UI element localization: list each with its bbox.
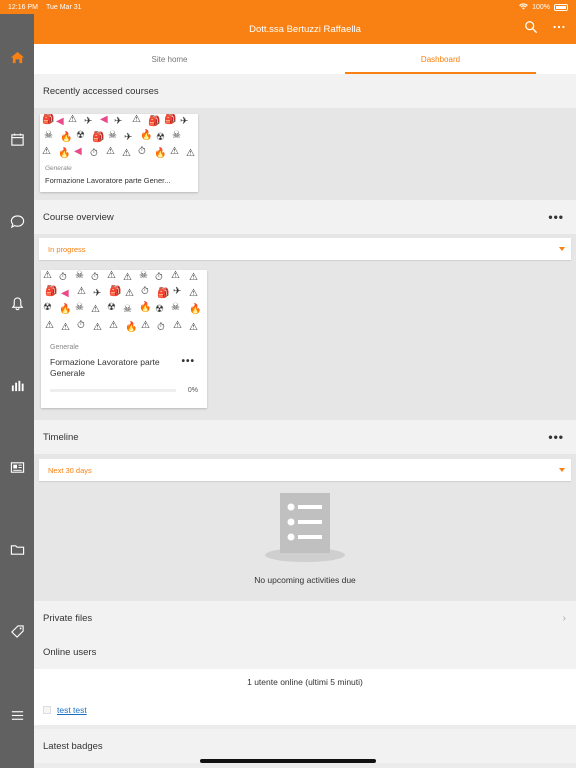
overview-course-card[interactable]: ⚠ ⏱ ☠ ⏱ ⚠ ⚠ ☠ ⏱ ⚠ ⚠ 🎒 ◀ ⚠ ✈ 🎒 ⚠ ⏱ 🎒 ✈ ⚠ ☢ 🔥 ☠ ⚠ ☢ ☠ 🔥 ☢ ☠ 🔥 ⚠ ⚠ ⏱ ⚠ ⚠ 🔥 ⚠… xyxy=(41,270,207,408)
calendar-icon[interactable] xyxy=(0,124,34,154)
battery-percent: 100% xyxy=(532,3,550,11)
course-overview-area: In progress ⚠ ⏱ ☠ ⏱ ⚠ ⚠ ☠ ⏱ ⚠ ⚠ 🎒 ◀ ⚠ ✈ 🎒 ⚠ ⏱ 🎒 ✈ ⚠ ☢ 🔥 ☠ ⚠ ☢ ☠… xyxy=(34,234,576,420)
course-name[interactable]: Formazione Lavoratore parte Generale xyxy=(50,357,180,379)
status-bar: 12:16 PM Tue Mar 31 100% xyxy=(0,0,576,14)
online-users-count: 1 utente online (ultimi 5 minuti) xyxy=(34,669,576,695)
app-header: Dott.ssa Bertuzzi Raffaella xyxy=(34,14,576,44)
online-users-title: Online users xyxy=(43,646,97,658)
online-users-header: Online users xyxy=(34,635,576,669)
search-icon[interactable] xyxy=(524,20,538,39)
course-filter-value: In progress xyxy=(48,244,86,254)
course-overview-menu-icon[interactable]: ••• xyxy=(548,210,564,224)
grades-icon[interactable] xyxy=(0,370,34,400)
tab-site-home[interactable]: Site home xyxy=(34,44,305,74)
status-date: Tue Mar 31 xyxy=(45,3,82,11)
dashboard-content: Recently accessed courses 🎒 ◀ ⚠ ✈ ◀ ✈ ⚠ 🎒 🎒 ✈ ☠ 🔥 ☢… xyxy=(34,74,576,768)
timeline-empty-text: No upcoming activities due xyxy=(254,575,356,585)
recent-course-card[interactable]: 🎒 ◀ ⚠ ✈ ◀ ✈ ⚠ 🎒 🎒 ✈ ☠ 🔥 ☢ 🎒 ☠ ✈ 🔥 ☢ ☠ ⚠ 🔥 ◀ ⏱ ⚠ ⚠ ⏱ 🔥 ⚠ ⚠ Generale… xyxy=(40,114,198,192)
chat-icon[interactable] xyxy=(0,206,34,236)
recent-courses-title: Recently accessed courses xyxy=(43,85,159,97)
latest-badges-title: Latest badges xyxy=(43,740,103,752)
news-icon[interactable] xyxy=(0,452,34,482)
tab-dashboard[interactable]: Dashboard xyxy=(305,44,576,74)
home-icon[interactable] xyxy=(0,42,34,72)
course-progress-label: 0% xyxy=(187,387,198,394)
user-avatar xyxy=(43,706,51,714)
course-category: Generale xyxy=(45,165,72,172)
course-filter-select[interactable]: In progress xyxy=(39,238,571,260)
private-files-title: Private files xyxy=(43,612,93,624)
tab-bar: Site home Dashboard xyxy=(34,44,576,74)
folder-icon[interactable] xyxy=(0,534,34,564)
side-menu xyxy=(0,14,34,768)
menu-icon[interactable] xyxy=(0,700,34,730)
chevron-right-icon: › xyxy=(562,612,566,624)
online-user-link[interactable]: test test xyxy=(57,705,87,715)
page-title: Dott.ssa Bertuzzi Raffaella xyxy=(249,23,361,35)
battery-icon xyxy=(554,3,568,11)
online-user-item: test test xyxy=(34,695,576,725)
wifi-icon xyxy=(519,2,528,12)
course-progress-bar xyxy=(50,389,176,392)
timeline-filter-value: Next 30 days xyxy=(48,465,92,475)
latest-badges-header: Latest badges xyxy=(34,729,576,763)
timeline-title: Timeline xyxy=(43,431,79,443)
course-name[interactable]: Formazione Lavoratore parte Gener... xyxy=(45,176,193,185)
course-overview-title: Course overview xyxy=(43,211,114,223)
course-image: 🎒 ◀ ⚠ ✈ ◀ ✈ ⚠ 🎒 🎒 ✈ ☠ 🔥 ☢ 🎒 ☠ ✈ 🔥 ☢ ☠ ⚠ 🔥 ◀ ⏱ ⚠ ⚠ ⏱ 🔥 ⚠ ⚠ xyxy=(40,114,198,162)
private-files-header[interactable]: Private files › xyxy=(34,601,576,635)
course-category: Generale xyxy=(50,344,79,351)
timeline-empty-state: No upcoming activities due xyxy=(34,481,576,601)
bell-icon[interactable] xyxy=(0,288,34,318)
timeline-header: Timeline ••• xyxy=(34,420,576,454)
recent-courses-header: Recently accessed courses xyxy=(34,74,576,108)
timeline-filter-select[interactable]: Next 30 days xyxy=(39,459,571,481)
status-time: 12:16 PM xyxy=(8,3,38,11)
more-options-icon[interactable] xyxy=(552,20,566,39)
empty-list-icon xyxy=(265,493,345,562)
tag-icon[interactable] xyxy=(0,616,34,646)
timeline-menu-icon[interactable]: ••• xyxy=(548,430,564,444)
course-overview-header: Course overview ••• xyxy=(34,200,576,234)
home-indicator[interactable] xyxy=(200,759,376,763)
course-actions-icon[interactable]: ••• xyxy=(181,356,195,367)
course-image: ⚠ ⏱ ☠ ⏱ ⚠ ⚠ ☠ ⏱ ⚠ ⚠ 🎒 ◀ ⚠ ✈ 🎒 ⚠ ⏱ 🎒 ✈ ⚠ ☢ 🔥 ☠ ⚠ ☢ ☠ 🔥 ☢ ☠ 🔥 ⚠ ⚠ ⏱ ⚠ ⚠ 🔥 ⚠… xyxy=(41,270,207,338)
timeline-area: Next 30 days No upcoming activities due xyxy=(34,454,576,601)
recent-courses-area: 🎒 ◀ ⚠ ✈ ◀ ✈ ⚠ 🎒 🎒 ✈ ☠ 🔥 ☢ 🎒 ☠ ✈ 🔥 ☢ ☠ ⚠ 🔥 ◀ ⏱ ⚠ ⚠ ⏱ 🔥 ⚠ ⚠ Generale… xyxy=(34,108,576,200)
